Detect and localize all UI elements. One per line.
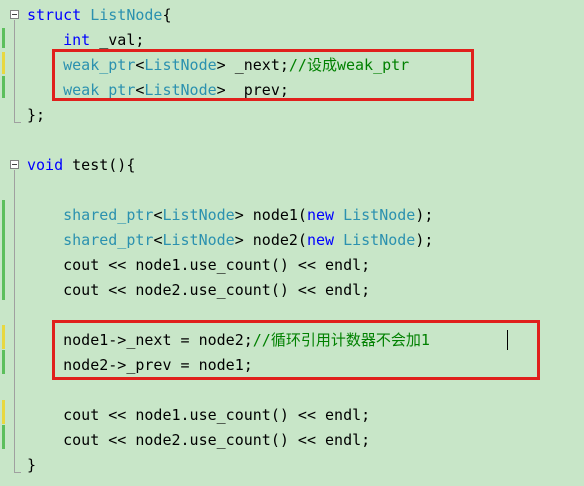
code-token: cout << node1.use_count() << endl;	[27, 256, 371, 274]
code-line[interactable]: }	[27, 453, 36, 478]
code-token: cout << node2.use_count() << endl;	[27, 281, 371, 299]
code-token: ListNode	[343, 231, 416, 249]
code-line[interactable]: shared_ptr<ListNode> node2(new ListNode)…	[27, 228, 433, 253]
code-token: ListNode	[162, 231, 235, 249]
change-marker	[2, 325, 5, 349]
code-token: {	[162, 6, 172, 24]
text-caret	[507, 330, 508, 350]
code-token: test(){	[63, 156, 136, 174]
code-token: void	[27, 156, 64, 174]
change-marker	[2, 350, 5, 374]
code-line[interactable]: cout << node2.use_count() << endl;	[27, 278, 370, 303]
code-line[interactable]: cout << node1.use_count() << endl;	[27, 253, 370, 278]
fold-guide-function-end	[14, 472, 21, 473]
code-token: shared_ptr	[63, 206, 154, 224]
code-token: );	[415, 231, 434, 249]
code-token: }	[27, 456, 37, 474]
code-line[interactable]: struct ListNode{	[27, 3, 172, 28]
code-editor[interactable]: struct ListNode{ int _val; weak_ptr<List…	[0, 0, 584, 486]
code-token: new	[306, 206, 335, 224]
code-line[interactable]: cout << node2.use_count() << endl;	[27, 428, 370, 453]
code-token: new	[306, 231, 335, 249]
code-line[interactable]: };	[27, 103, 45, 128]
code-token: shared_ptr	[63, 231, 154, 249]
highlight-box-weak-ptr	[52, 49, 474, 101]
code-token: ListNode	[162, 206, 235, 224]
fold-toggle-function[interactable]	[10, 160, 19, 169]
code-line[interactable]: void test(){	[27, 153, 135, 178]
highlight-box-assignment	[52, 320, 540, 380]
code-token: struct	[27, 6, 82, 24]
code-token: cout << node1.use_count() << endl;	[27, 406, 371, 424]
fold-toggle-struct[interactable]	[10, 10, 19, 19]
change-marker	[2, 425, 5, 449]
fold-guide-struct	[14, 20, 15, 122]
code-token: int	[63, 31, 91, 49]
code-line[interactable]: shared_ptr<ListNode> node1(new ListNode)…	[27, 203, 433, 228]
change-marker	[2, 400, 5, 424]
code-token: > node1(	[234, 206, 307, 224]
code-token: cout << node2.use_count() << endl;	[27, 431, 371, 449]
change-marker	[2, 76, 5, 98]
fold-guide-struct-end	[14, 122, 21, 123]
code-token: > node2(	[234, 231, 307, 249]
change-marker	[2, 28, 5, 48]
code-token: _val;	[90, 31, 145, 49]
code-token: };	[27, 106, 46, 124]
change-marker	[2, 52, 5, 74]
change-marker	[2, 200, 5, 300]
fold-guide-function	[14, 170, 15, 472]
code-line[interactable]: cout << node1.use_count() << endl;	[27, 403, 370, 428]
code-token: ListNode	[343, 206, 416, 224]
code-token: );	[415, 206, 434, 224]
code-token: ListNode	[90, 6, 163, 24]
